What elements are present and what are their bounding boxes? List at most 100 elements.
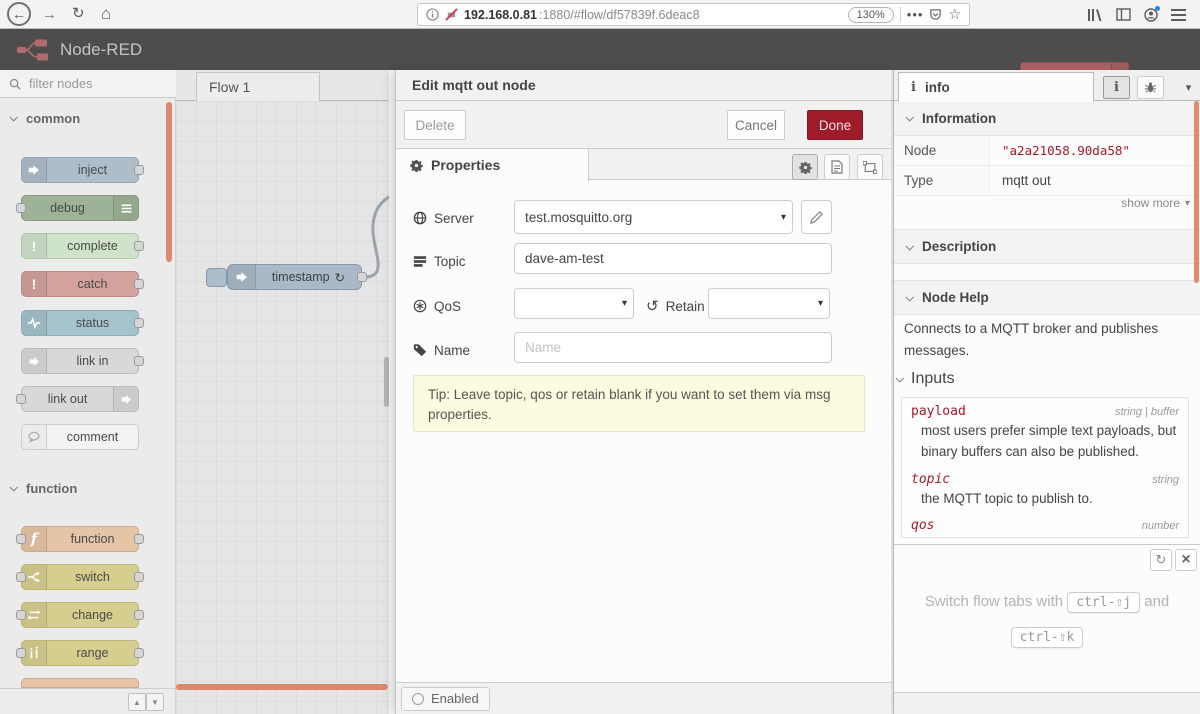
library-icon[interactable] xyxy=(1087,8,1103,22)
output-port[interactable] xyxy=(134,318,144,328)
input-port[interactable] xyxy=(16,648,26,658)
browser-back-button[interactable]: ← xyxy=(7,2,31,26)
palette-node-range[interactable]: range xyxy=(21,640,139,666)
qos-field-label: QoS xyxy=(413,296,461,316)
collapse-all-button[interactable]: ▲ xyxy=(128,693,146,711)
bookmark-star-icon[interactable]: ☆ xyxy=(948,6,961,23)
page-actions-icon[interactable]: ••• xyxy=(907,7,924,22)
palette-node-comment[interactable]: comment xyxy=(21,424,139,450)
palette-category-function[interactable]: function xyxy=(0,474,176,502)
palette-filter[interactable]: filter nodes xyxy=(0,70,176,98)
server-select-value: test.mosquitto.org xyxy=(525,210,632,225)
palette-node-status[interactable]: status xyxy=(21,310,139,336)
output-port[interactable] xyxy=(134,165,144,175)
edit-server-button[interactable] xyxy=(801,200,832,234)
palette-node-debug[interactable]: debug xyxy=(21,195,139,221)
node-appearance-button[interactable] xyxy=(857,154,883,180)
input-desc: the MQTT topic to publish to. xyxy=(921,489,1179,510)
inject-trigger-button[interactable] xyxy=(206,268,227,287)
edit-properties-button[interactable] xyxy=(792,154,818,180)
gear-icon xyxy=(799,161,812,174)
sidebar-options-caret[interactable]: ▾ xyxy=(1175,76,1200,99)
info-tab-button[interactable]: i xyxy=(1103,76,1130,99)
plugin-blocked-icon[interactable] xyxy=(445,8,458,21)
output-port[interactable] xyxy=(134,241,144,251)
kbd-shortcut: ctrl-⇧j xyxy=(1067,592,1140,613)
sidebar-scrollbar[interactable] xyxy=(1194,101,1199,283)
input-port[interactable] xyxy=(16,534,26,544)
inputs-heading[interactable]: Inputs xyxy=(896,370,955,388)
workspace-horizontal-scrollbar[interactable] xyxy=(176,684,388,690)
pocket-icon[interactable] xyxy=(929,8,942,21)
browser-home-button[interactable]: ⌂ xyxy=(101,5,111,22)
palette-category-common[interactable]: common xyxy=(0,104,176,132)
cancel-button[interactable]: Cancel xyxy=(727,110,785,140)
gear-icon xyxy=(410,159,423,172)
document-icon xyxy=(831,160,843,174)
site-info-icon[interactable] xyxy=(426,8,439,21)
browser-toolbar: ← → ↻ ⌂ 192.168.0.81:1880/#flow/df57839f… xyxy=(0,0,1200,29)
edit-description-button[interactable] xyxy=(824,154,850,180)
section-description[interactable]: Description xyxy=(894,229,1200,264)
output-port[interactable] xyxy=(134,356,144,366)
application-window: ← → ↻ ⌂ 192.168.0.81:1880/#flow/df57839f… xyxy=(0,0,1200,714)
server-select[interactable]: test.mosquitto.org ▾ xyxy=(514,200,793,234)
urlbar-divider xyxy=(900,7,901,22)
browser-refresh-button[interactable]: ↻ xyxy=(72,6,85,21)
input-port[interactable] xyxy=(16,203,26,213)
app-title: Node-RED xyxy=(60,40,142,60)
input-def-qos: qos number xyxy=(902,512,1188,534)
topic-input[interactable] xyxy=(514,243,832,274)
retain-select[interactable]: ▾ xyxy=(708,288,830,319)
enabled-toggle-button[interactable]: Enabled xyxy=(401,687,490,711)
browser-menu-icon[interactable] xyxy=(1171,9,1186,21)
name-input[interactable] xyxy=(514,332,832,363)
close-tips-button[interactable]: × xyxy=(1175,549,1197,571)
palette-node-link-in[interactable]: link in xyxy=(21,348,139,374)
show-more-link[interactable]: show more ▾ xyxy=(1121,196,1190,210)
next-tip-button[interactable]: ↻ xyxy=(1150,549,1172,571)
palette-node-switch[interactable]: switch xyxy=(21,564,139,590)
output-port[interactable] xyxy=(134,610,144,620)
palette-node-inject[interactable]: inject xyxy=(21,157,139,183)
edit-dialog: Edit mqtt out node Delete Cancel Done Pr… xyxy=(395,70,891,714)
input-port[interactable] xyxy=(16,610,26,620)
output-port[interactable] xyxy=(134,534,144,544)
output-port[interactable] xyxy=(134,572,144,582)
output-port[interactable] xyxy=(134,648,144,658)
delete-button[interactable]: Delete xyxy=(404,110,466,140)
done-button[interactable]: Done xyxy=(807,110,863,140)
chevron-down-icon xyxy=(905,242,913,250)
node-id-value: "a2a21058.90da58" xyxy=(990,136,1200,165)
input-name: topic xyxy=(911,472,950,487)
expand-all-button[interactable]: ▼ xyxy=(146,693,164,711)
input-port[interactable] xyxy=(16,572,26,582)
timestamp-node[interactable]: timestamp ↻ xyxy=(227,264,362,290)
chevron-down-icon xyxy=(905,293,913,301)
output-port[interactable] xyxy=(357,272,367,282)
tab-info[interactable]: i info xyxy=(898,72,1094,102)
palette-node-function[interactable]: f function xyxy=(21,526,139,552)
output-port[interactable] xyxy=(134,279,144,289)
palette-node-catch[interactable]: ! catch xyxy=(21,271,139,297)
palette-node-change[interactable]: change xyxy=(21,602,139,628)
qos-select[interactable]: ▾ xyxy=(514,288,634,319)
sidebar-toggle-icon[interactable] xyxy=(1116,8,1131,21)
palette-node-link-out[interactable]: link out xyxy=(21,386,139,412)
zoom-level-badge[interactable]: 130% xyxy=(848,7,894,23)
name-field-label: Name xyxy=(413,340,470,360)
account-icon[interactable] xyxy=(1144,8,1158,22)
tab-properties[interactable]: Properties xyxy=(396,149,589,181)
browser-forward-button[interactable]: → xyxy=(42,7,57,22)
palette-scrollbar[interactable] xyxy=(166,102,172,262)
debug-tab-button[interactable] xyxy=(1137,76,1164,99)
section-node-help[interactable]: Node Help xyxy=(894,280,1200,315)
input-port[interactable] xyxy=(16,394,26,404)
chevron-down-icon xyxy=(9,483,17,491)
tab-info-label: info xyxy=(925,80,950,95)
palette-node-partial[interactable] xyxy=(21,678,139,688)
address-bar[interactable]: 192.168.0.81:1880/#flow/df57839f.6deac8 … xyxy=(417,3,970,26)
dialog-toolbar: Delete Cancel Done xyxy=(396,101,891,149)
palette-node-complete[interactable]: ! complete xyxy=(21,233,139,259)
section-information[interactable]: Information xyxy=(894,101,1200,136)
